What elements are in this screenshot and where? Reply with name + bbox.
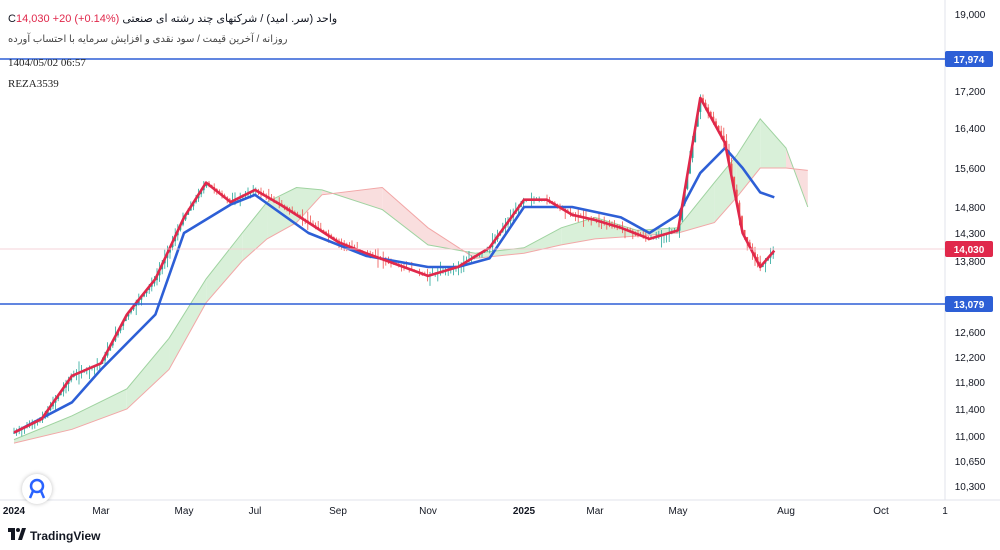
last-price-label: 14,030 xyxy=(954,245,985,256)
symbol-title: واحد (سر. امید) / شرکتهای چند رشته ای صن… xyxy=(122,13,338,25)
y-tick-label: 10,650 xyxy=(955,457,986,468)
x-tick-label: Mar xyxy=(92,506,110,517)
y-tick-label: 12,600 xyxy=(955,328,986,339)
symbol-header: واحد (سر. امید) / شرکتهای چند رشته ای صن… xyxy=(8,12,337,25)
close-value: 14,030 xyxy=(15,13,50,25)
y-tick-label: 11,400 xyxy=(955,405,985,416)
brand-label: TradingView xyxy=(30,528,101,543)
chart-subtitle: روزانه / آخرین قیمت / سود نقدی و افزایش … xyxy=(8,34,288,45)
plot-background xyxy=(0,0,945,500)
y-tick-label: 15,600 xyxy=(955,164,986,175)
y-tick-label: 14,300 xyxy=(955,229,986,240)
x-tick-label: Nov xyxy=(419,506,437,517)
author-name: REZA3539 xyxy=(8,78,59,90)
y-tick-label: 17,200 xyxy=(955,87,986,98)
y-tick-label: 19,000 xyxy=(955,10,986,21)
x-tick-label: Aug xyxy=(777,506,795,517)
x-tick-label: Sep xyxy=(329,506,347,517)
ohlc-prefix: C xyxy=(8,13,16,25)
y-tick-label: 14,800 xyxy=(955,203,986,214)
y-tick-label: 11,000 xyxy=(955,432,985,443)
x-tick-label: 2024 xyxy=(3,506,26,517)
hline-label: 13,079 xyxy=(954,300,985,311)
x-tick-label: 2025 xyxy=(513,506,536,517)
change-value: +20 (+0.14%) xyxy=(52,13,120,25)
x-tick-label: May xyxy=(669,506,688,517)
y-tick-label: 12,200 xyxy=(955,353,986,364)
y-tick-label: 10,300 xyxy=(955,482,986,493)
ideas-icon[interactable] xyxy=(22,474,52,504)
x-tick-label: May xyxy=(175,506,194,517)
tradingview-logo-icon xyxy=(8,528,26,543)
tradingview-logo[interactable]: TradingView xyxy=(8,528,100,543)
y-tick-label: 16,400 xyxy=(955,124,986,135)
x-tick-label: Jul xyxy=(249,506,262,517)
snapshot-date: 1404/05/02 06:57 xyxy=(8,57,86,69)
y-tick-label: 11,800 xyxy=(955,378,985,389)
x-tick-label: 1 xyxy=(942,506,948,517)
y-tick-label: 13,800 xyxy=(955,257,986,268)
x-tick-label: Mar xyxy=(586,506,604,517)
x-tick-label: Oct xyxy=(873,506,889,517)
price-chart[interactable]: 17,974 13,079 14,030 19,000 17,200 16,400 15,… xyxy=(0,0,1000,550)
hline-label: 17,974 xyxy=(954,55,985,66)
